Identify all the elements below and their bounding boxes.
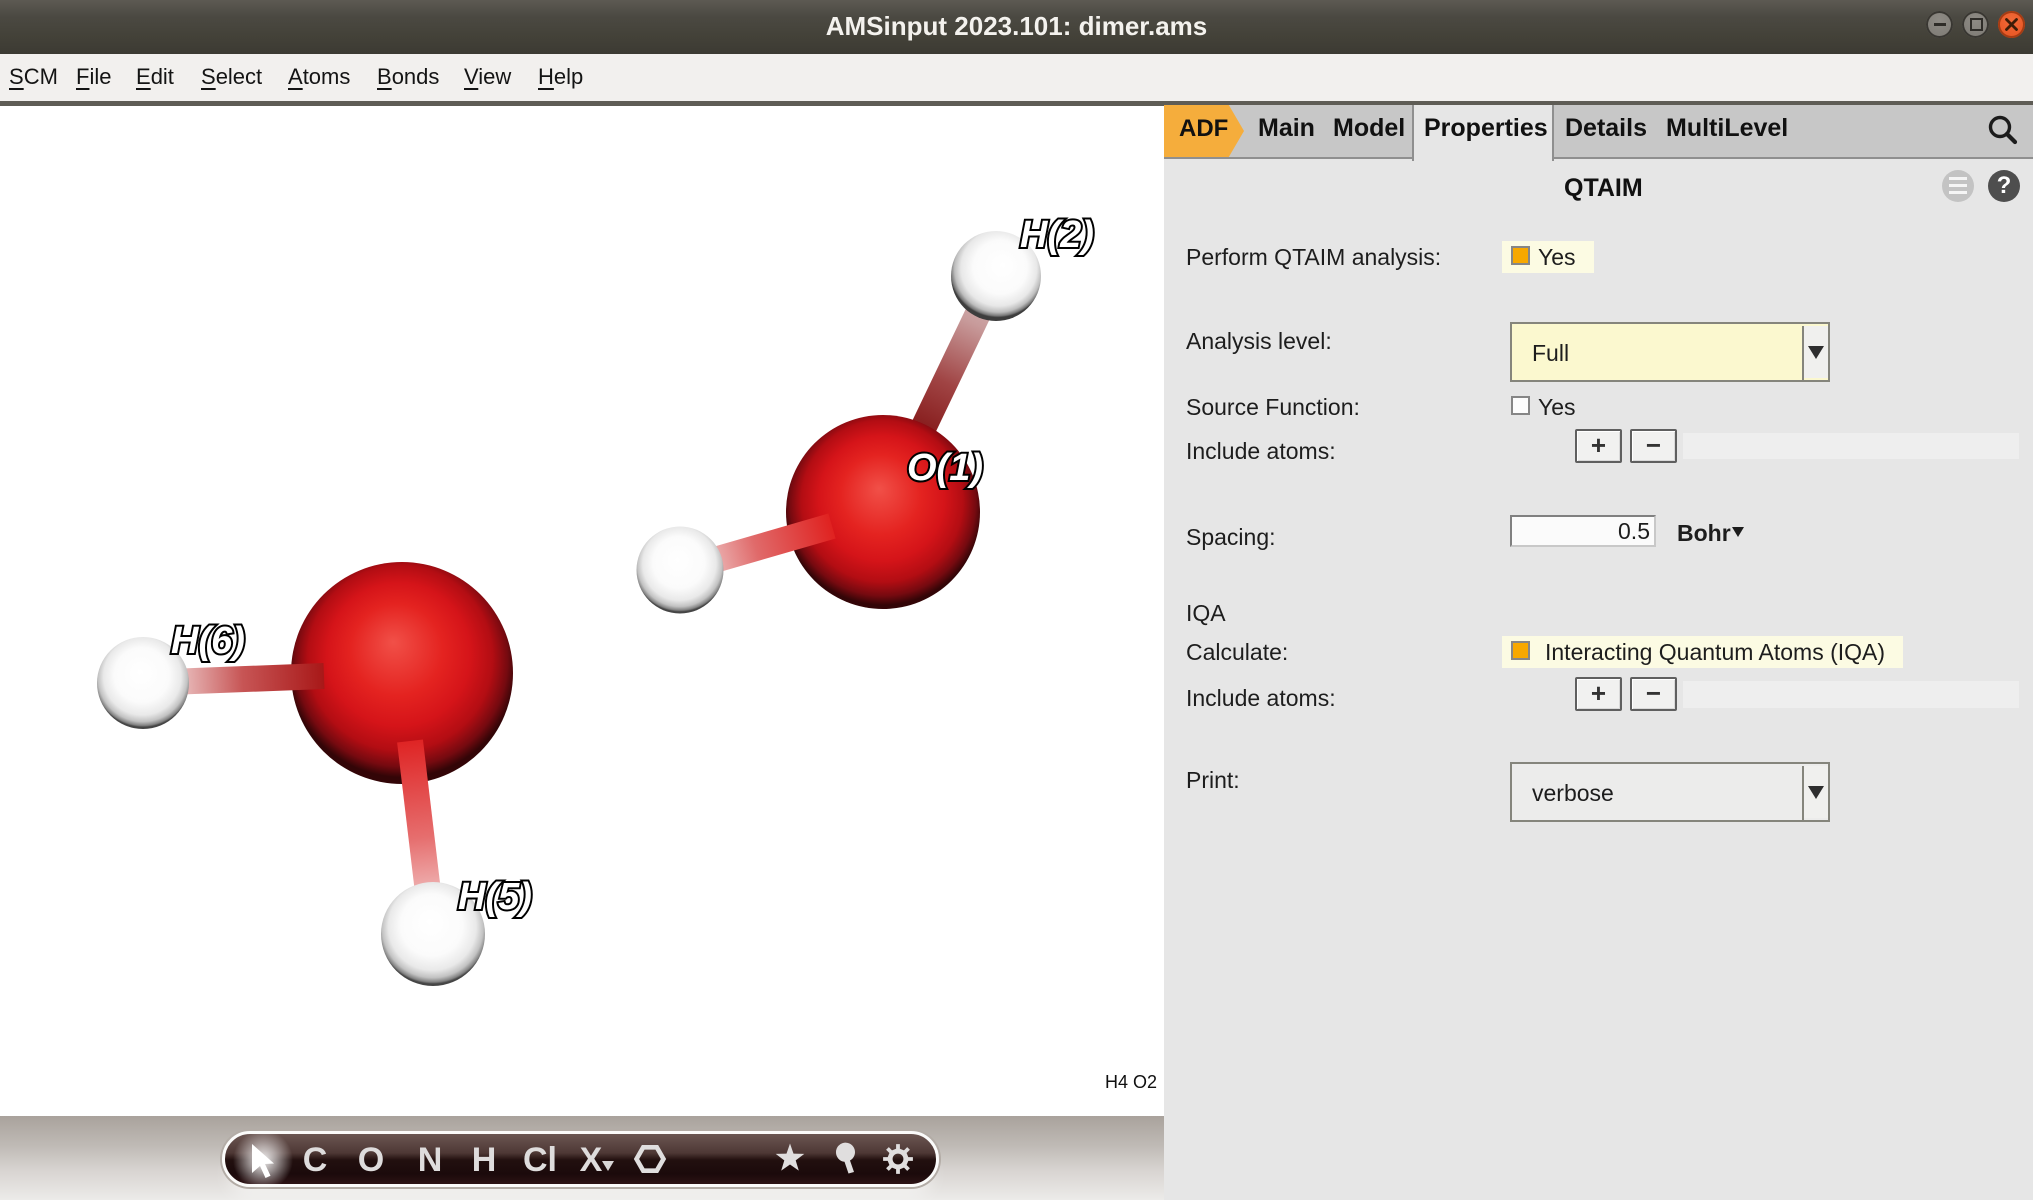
svg-text:H: H bbox=[472, 1141, 497, 1179]
svg-text:N: N bbox=[418, 1141, 443, 1179]
svg-text:H(6): H(6) bbox=[171, 620, 245, 662]
svg-text:Cl: Cl bbox=[523, 1141, 557, 1179]
svg-text:C: C bbox=[303, 1141, 328, 1179]
svg-text:X: X bbox=[580, 1141, 603, 1179]
svg-text:O(1): O(1) bbox=[907, 447, 983, 489]
svg-text:O: O bbox=[358, 1141, 384, 1179]
svg-text:H(5): H(5) bbox=[458, 876, 532, 918]
svg-text:H(2): H(2) bbox=[1020, 214, 1094, 256]
